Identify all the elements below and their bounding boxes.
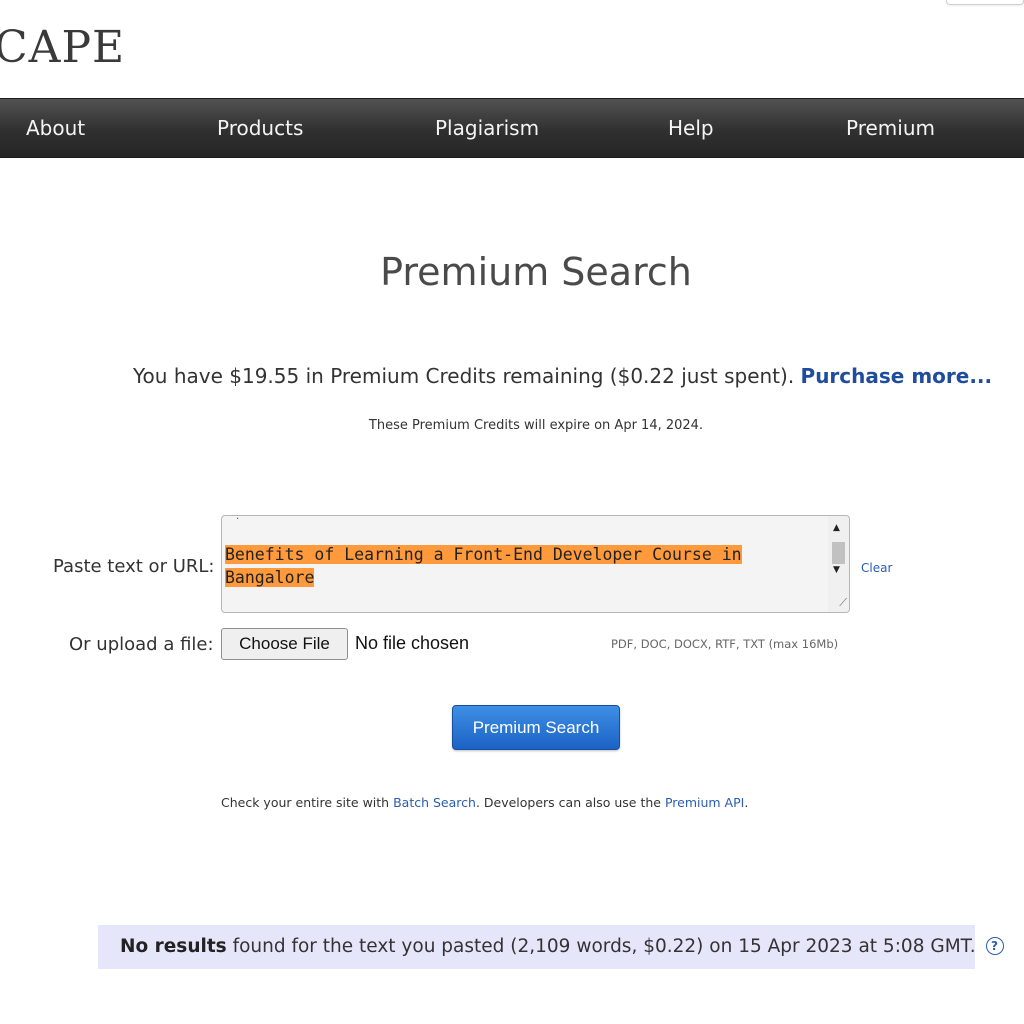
scroll-down-arrow-icon[interactable]: ▼ bbox=[833, 565, 840, 575]
top-corner-tab bbox=[946, 0, 1024, 5]
scroll-up-arrow-icon[interactable]: ▲ bbox=[833, 523, 840, 533]
main-nav: About Products Plagiarism Help Premium bbox=[0, 98, 1024, 158]
purchase-more-link[interactable]: Purchase more... bbox=[801, 364, 993, 388]
nav-item-help[interactable]: Help bbox=[668, 99, 714, 157]
result-status: No results bbox=[120, 936, 227, 957]
credits-text: You have $19.55 in Premium Credits remai… bbox=[133, 364, 795, 388]
batch-search-note: Check your entire site with Batch Search… bbox=[221, 795, 748, 810]
nav-item-plagiarism[interactable]: Plagiarism bbox=[435, 99, 539, 157]
premium-search-button[interactable]: Premium Search bbox=[452, 705, 620, 750]
scrollbar-thumb[interactable] bbox=[832, 542, 845, 564]
premium-api-link[interactable]: Premium API bbox=[665, 795, 744, 810]
paste-text-area[interactable]: · Benefits of Learning a Front-End Devel… bbox=[221, 515, 850, 613]
batch-note-suffix: . bbox=[744, 795, 749, 810]
file-status-text: No file chosen bbox=[355, 633, 470, 653]
scrolled-text-fragment: · bbox=[236, 515, 240, 525]
upload-file-label: Or upload a file: bbox=[69, 634, 214, 655]
paste-text-label: Paste text or URL: bbox=[53, 556, 215, 577]
question-circle-icon[interactable]: ? bbox=[985, 937, 1004, 955]
credits-expiry-note: These Premium Credits will expire on Apr… bbox=[368, 418, 704, 433]
text-area-content: Benefits of Learning a Front-End Develop… bbox=[225, 543, 815, 589]
selected-text: Benefits of Learning a Front-End Develop… bbox=[225, 545, 742, 587]
batch-note-prefix: Check your entire site with bbox=[221, 795, 394, 810]
clear-link[interactable]: Clear bbox=[861, 561, 892, 575]
choose-file-button[interactable]: Choose File bbox=[221, 628, 348, 660]
search-result-banner: No results found for the text you pasted… bbox=[98, 925, 1004, 969]
nav-item-products[interactable]: Products bbox=[217, 99, 303, 157]
nav-item-premium[interactable]: Premium bbox=[846, 99, 935, 157]
page-title: Premium Search bbox=[380, 250, 692, 294]
batch-search-link[interactable]: Batch Search bbox=[393, 795, 476, 810]
credits-message: You have $19.55 in Premium Credits remai… bbox=[133, 364, 992, 388]
result-details: found for the text you pasted (2,109 wor… bbox=[226, 936, 976, 957]
nav-item-about[interactable]: About bbox=[26, 99, 85, 157]
site-logo[interactable]: CAPE bbox=[0, 22, 125, 73]
resize-grip-icon[interactable]: ⟋ bbox=[839, 596, 847, 610]
batch-note-middle: . Developers can also use the bbox=[475, 795, 665, 810]
allowed-file-types: PDF, DOC, DOCX, RTF, TXT (max 16Mb) bbox=[611, 637, 839, 651]
